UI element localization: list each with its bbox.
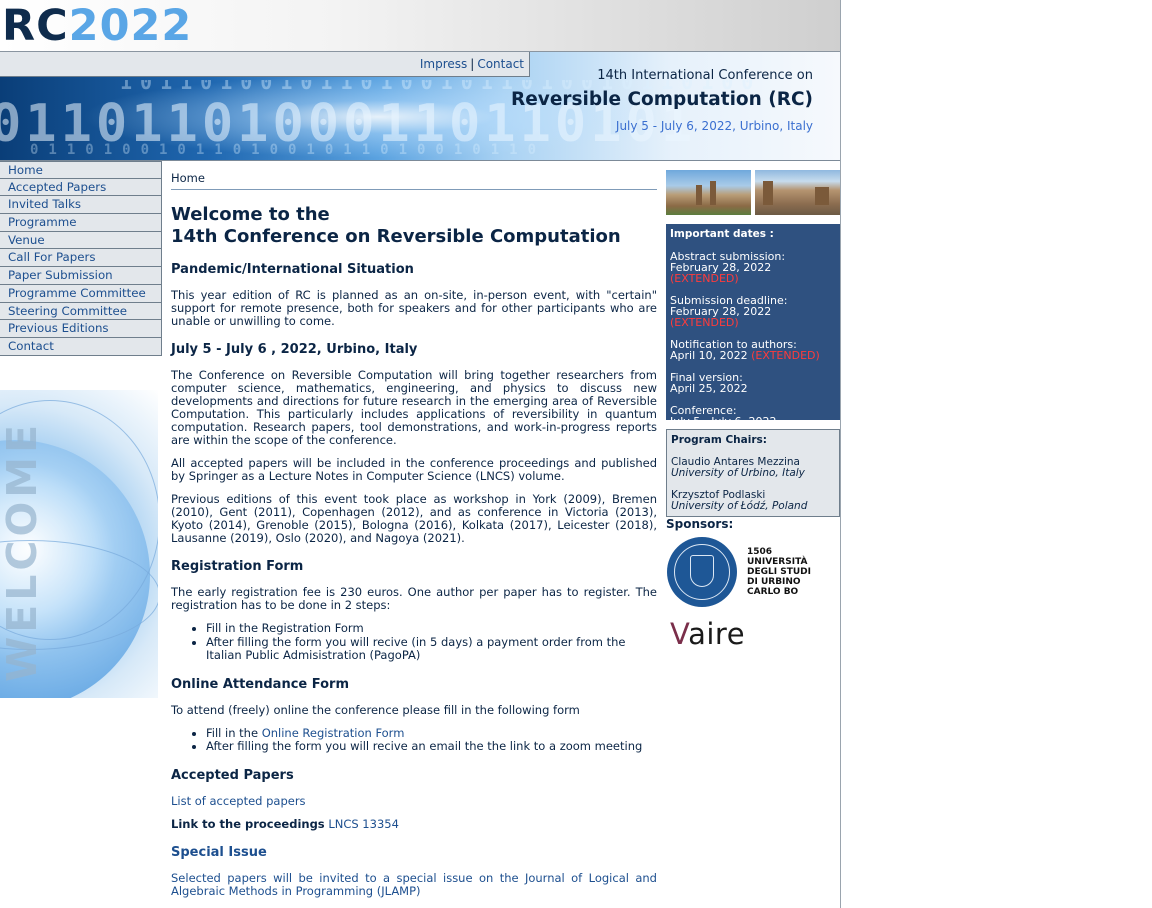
special-issue-heading: Special Issue <box>171 844 267 860</box>
sidebar-item-programme-committee[interactable]: Programme Committee <box>0 284 162 303</box>
sidebar-item-previous-editions[interactable]: Previous Editions <box>0 320 162 338</box>
extended-badge: (EXTENDED) <box>670 272 739 285</box>
main-content: Home Welcome to the 14th Conference on R… <box>171 168 657 908</box>
intro-text: The Conference on Reversible Computation… <box>171 368 657 447</box>
sidebar-nav: Home Accepted Papers Invited Talks Progr… <box>0 161 162 356</box>
page-title: Welcome to the 14th Conference on Revers… <box>171 204 657 248</box>
urbino-photos <box>666 170 841 215</box>
date-item: Abstract submission: February 28, 2022 (… <box>670 250 786 285</box>
top-nav: Impress | Contact <box>0 52 530 77</box>
logo-year-text: 2022 <box>68 1 193 51</box>
conference-dates: July 5 - July 6, 2022, Urbino, Italy <box>615 119 813 133</box>
date-item: Final version: April 25, 2022 <box>670 371 748 395</box>
accepted-papers-heading: Accepted Papers <box>171 767 294 783</box>
list-item: Fill in the Registration Form <box>206 621 657 636</box>
page-title-line2: 14th Conference on Reversible Computatio… <box>171 226 621 247</box>
welcome-globe-image: WELCOME <box>0 390 158 698</box>
page: RC2022 01101101000110110101 101101001011… <box>0 0 841 908</box>
sponsors-heading: Sponsors: <box>666 517 734 531</box>
sidebar-item-accepted-papers[interactable]: Accepted Papers <box>0 178 162 197</box>
proceedings-link-row: Link to the proceedings LNCS 13354 <box>171 816 657 831</box>
topnav-impress-link[interactable]: Impress <box>420 57 467 71</box>
urbino-photo-1 <box>666 170 751 215</box>
sidebar-item-programme[interactable]: Programme <box>0 214 162 232</box>
pandemic-heading: Pandemic/International Situation <box>171 262 414 277</box>
conference-title: 14th International Conference on Reversi… <box>511 68 813 133</box>
online-steps: Fill in the Online Registration Form Aft… <box>171 726 657 754</box>
breadcrumb: Home <box>171 168 657 190</box>
proceedings-text: All accepted papers will be included in … <box>171 456 657 483</box>
program-chairs-heading: Program Chairs: <box>671 434 767 446</box>
date-item: Conference: July 5 - July 6, 2022 <box>670 404 777 428</box>
lncs-link[interactable]: LNCS 13354 <box>328 817 399 831</box>
special-issue-text: Selected papers will be invited to a spe… <box>171 870 657 898</box>
online-attendance-text: To attend (freely) online the conference… <box>171 702 580 717</box>
list-item: Fill in the Online Registration Form <box>206 726 657 741</box>
extended-badge: (EXTENDED) <box>670 316 739 329</box>
list-item: After filling the form you will recive a… <box>206 739 657 754</box>
logo-rc-text: RC <box>2 1 69 51</box>
date-item: Notification to authors: April 10, 2022 … <box>670 338 820 362</box>
university-seal-icon[interactable] <box>667 537 737 607</box>
important-dates-heading: Important dates : <box>670 228 774 240</box>
registration-steps: Fill in the Registration Form After fill… <box>171 621 657 663</box>
page-title-line1: Welcome to the <box>171 204 330 225</box>
university-logo-text[interactable]: 1506 UNIVERSITÀ DEGLI STUDI DI URBINO CA… <box>747 547 811 597</box>
pandemic-text: This year edition of RC is planned as an… <box>171 288 657 328</box>
chair-entry: Krzysztof Podlaski University of Łódź, P… <box>671 490 835 512</box>
registration-heading: Registration Form <box>171 559 304 574</box>
conference-subtitle: 14th International Conference on <box>597 68 813 83</box>
online-attendance-heading: Online Attendance Form <box>171 676 350 692</box>
sidebar-item-call-for-papers[interactable]: Call For Papers <box>0 249 162 268</box>
sidebar-item-venue[interactable]: Venue <box>0 231 162 250</box>
conference-name: Reversible Computation (RC) <box>511 89 813 110</box>
site-logo[interactable]: RC2022 <box>2 2 192 50</box>
chair-affiliation: University of Łódź, Poland <box>671 500 808 512</box>
chair-affiliation: University of Urbino, Italy <box>671 467 805 479</box>
extended-badge: (EXTENDED) <box>751 349 820 362</box>
vaire-logo[interactable]: Vaire <box>670 617 745 651</box>
sidebar-item-contact[interactable]: Contact <box>0 337 162 356</box>
dates-heading: July 5 - July 6 , 2022, Urbino, Italy <box>171 342 418 357</box>
online-registration-form-link[interactable]: Online Registration Form <box>262 726 405 740</box>
chair-entry: Claudio Antares Mezzina University of Ur… <box>671 457 835 479</box>
previous-editions-text: Previous editions of this event took pla… <box>171 492 657 545</box>
date-item: Submission deadline: February 28, 2022 (… <box>670 294 788 329</box>
list-item: After filling the form you will recive (… <box>206 635 657 663</box>
sidebar-item-home[interactable]: Home <box>0 161 162 179</box>
logo-bar: RC2022 <box>0 0 840 52</box>
program-chairs-box: Program Chairs: Claudio Antares Mezzina … <box>666 429 840 517</box>
sidebar-item-paper-submission[interactable]: Paper Submission <box>0 267 162 285</box>
accepted-papers-link[interactable]: List of accepted papers <box>171 794 306 808</box>
registration-text: The early registration fee is 230 euros.… <box>171 585 657 612</box>
sidebar-item-invited-talks[interactable]: Invited Talks <box>0 196 162 215</box>
proceedings-link-label: Link to the proceedings <box>171 816 325 831</box>
urbino-photo-2 <box>755 170 840 215</box>
sidebar-item-steering-committee[interactable]: Steering Committee <box>0 302 162 321</box>
welcome-art-text: WELCOME <box>0 420 46 682</box>
important-dates-box: Important dates : Abstract submission: F… <box>666 224 840 427</box>
